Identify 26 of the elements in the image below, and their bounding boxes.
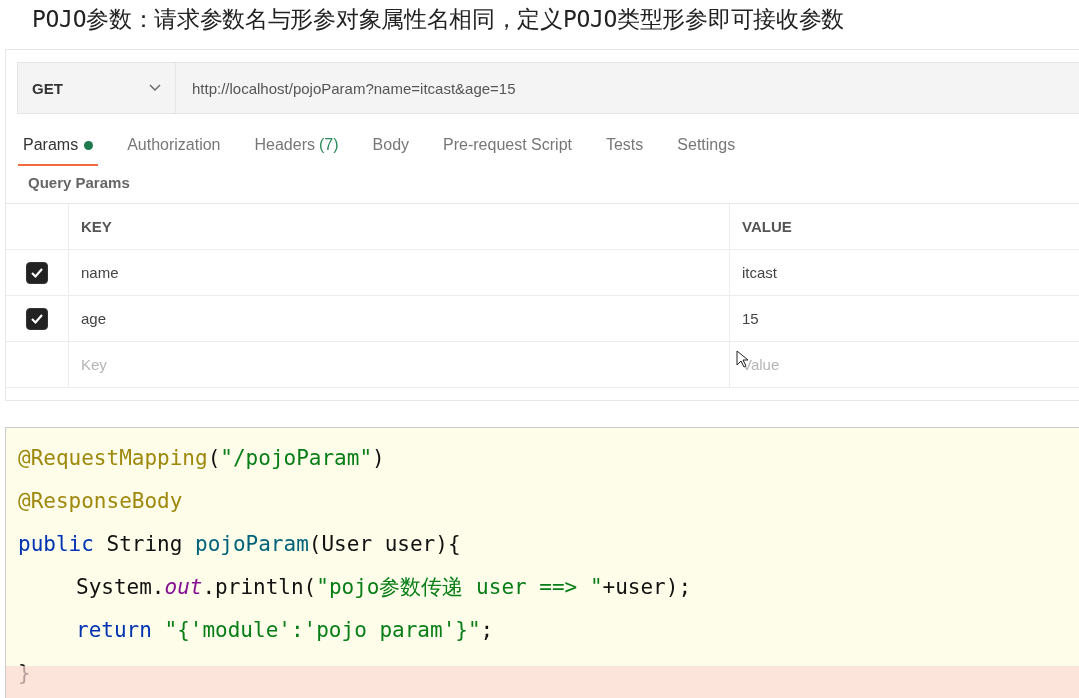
table-cell: itcast bbox=[742, 264, 777, 281]
column-header: VALUE bbox=[742, 218, 792, 235]
tab[interactable]: Params bbox=[18, 130, 99, 166]
code-line: public String pojoParam(User user){ bbox=[18, 531, 461, 556]
code-line: return "{'module':'pojo param'}"; bbox=[76, 617, 494, 642]
checkbox[interactable] bbox=[26, 261, 48, 284]
table-cell: age bbox=[81, 310, 107, 327]
checkbox[interactable] bbox=[26, 307, 48, 330]
tab[interactable]: Authorization bbox=[122, 130, 226, 166]
table-cell: 15 bbox=[742, 310, 759, 327]
table-cell: name bbox=[81, 264, 119, 281]
check-icon bbox=[30, 312, 44, 325]
code-line: @RequestMapping("/pojoParam") bbox=[18, 445, 385, 470]
tab[interactable]: Pre-request Script bbox=[438, 130, 577, 166]
tab[interactable]: Settings bbox=[672, 130, 741, 166]
code-line: System.out.println("pojo参数传递 user ==> "+user); bbox=[76, 573, 692, 601]
column-header: KEY bbox=[81, 218, 112, 235]
tab[interactable]: Tests bbox=[600, 130, 649, 166]
section-title: Query Params bbox=[28, 174, 131, 191]
code-line: } bbox=[18, 660, 31, 685]
key-field[interactable]: Key bbox=[81, 356, 201, 373]
slide-heading: POJO参数：请求参数名与形参对象属性名相同，定义POJO类型形参即可接收参数 bbox=[31, 5, 846, 34]
code-line: @ResponseBody bbox=[18, 488, 183, 513]
tab[interactable]: Body bbox=[367, 130, 415, 166]
check-icon bbox=[30, 266, 44, 279]
tab[interactable]: Headers (7) bbox=[249, 130, 344, 166]
